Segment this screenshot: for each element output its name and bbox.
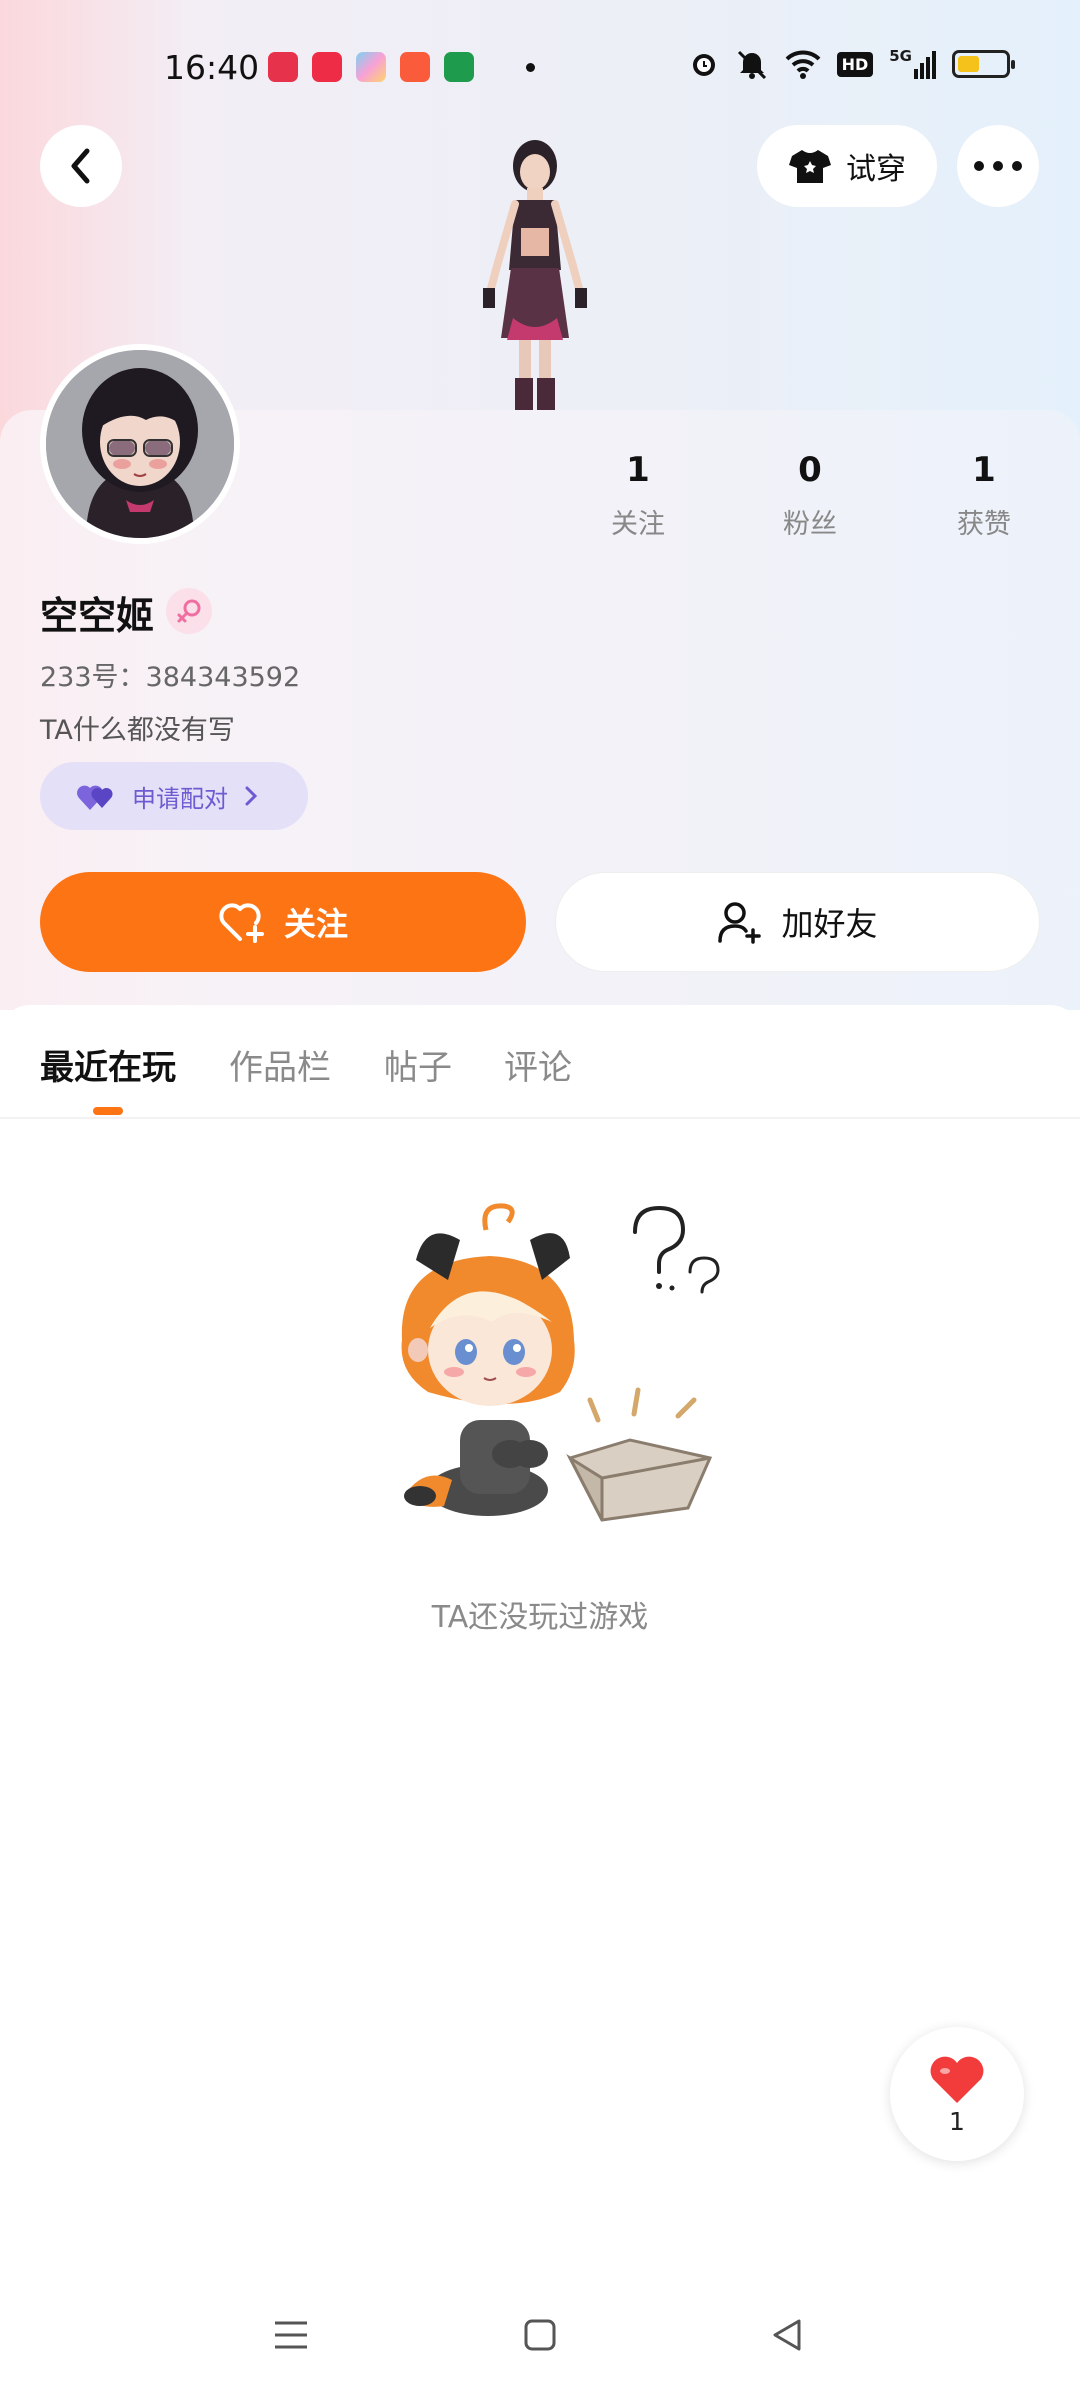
stat-likes-label: 获赞 [957,509,1011,540]
tab-posts[interactable]: 帖子 [384,1040,452,1089]
female-icon [166,588,212,634]
menu-icon [275,2321,307,2349]
video-app-icon [268,52,298,82]
more-button[interactable] [957,125,1039,207]
user-id: 233号：384343592 [40,655,300,694]
signal-5g-icon: 5G [889,49,936,79]
user-id-label: 233号： [40,662,146,693]
status-bar: 16:40 HD 5G [0,40,1080,96]
avatar-3d-character[interactable] [455,128,615,410]
bio: TA什么都没有写 [40,715,235,746]
user-id-value: 384343592 [145,662,301,693]
follow-button[interactable]: 关注 [40,872,526,972]
nickname: 空空姬 [40,594,155,638]
kuaishou-icon [400,52,430,82]
notification-dot-icon [526,62,535,72]
tshirt-icon [789,150,831,183]
nav-menu-button[interactable] [266,2310,316,2360]
add-friend-label: 加好友 [781,905,878,943]
battery-level [958,56,979,72]
stat-fans-label: 粉丝 [783,509,837,540]
tab-indicator [93,1107,123,1115]
system-nav-bar [0,2300,1080,2370]
add-friend-button[interactable]: 加好友 [555,872,1040,972]
status-time: 16:40 [164,48,260,87]
heart-icon [930,2056,984,2103]
battery-icon [952,50,1015,78]
heart-plus-icon [219,903,264,943]
add-user-icon [718,902,762,944]
signal-type-label: 5G [889,47,912,65]
stat-fans[interactable]: 0 粉丝 [750,450,870,541]
home-square-icon [524,2319,556,2351]
follow-label: 关注 [283,905,348,943]
stat-following-label: 关注 [611,509,665,540]
try-on-button[interactable]: 试穿 [757,125,937,207]
back-triangle-icon [773,2319,801,2351]
more-dots-icon [974,161,1022,171]
xiaohongshu-icon [312,52,342,82]
tab-works[interactable]: 作品栏 [229,1040,331,1089]
status-right-icons: HD 5G [689,48,1015,80]
avatar-image [46,350,234,538]
tabs-divider [0,1117,1080,1119]
nav-back-button[interactable] [762,2310,812,2360]
stat-likes[interactable]: 1 获赞 [924,450,1044,541]
wifi-icon [785,50,820,79]
oppo-store-icon [444,52,474,82]
chevron-left-icon [71,148,90,184]
heart-pair-icon [77,785,113,810]
mute-icon [737,50,766,80]
empty-state-text: TA还没玩过游戏 [431,1600,649,1635]
stat-likes-count: 1 [972,450,996,490]
stat-following-count: 1 [626,450,650,490]
game-app-icon [356,52,386,82]
stat-following[interactable]: 1 关注 [578,450,698,541]
stat-fans-count: 0 [798,450,822,490]
like-count: 1 [949,2106,965,2136]
empty-state-illustration [401,1203,720,1522]
hd-icon: HD [836,51,874,77]
alarm-icon [692,54,715,76]
tab-comments[interactable]: 评论 [504,1040,572,1089]
apply-pair-button[interactable]: 申请配对 [40,762,308,830]
avatar-portrait-icon [46,350,234,538]
nav-home-button[interactable] [515,2310,565,2360]
chevron-right-icon [245,786,258,806]
status-app-icons [268,52,535,82]
like-button[interactable]: 1 [890,2027,1024,2161]
try-on-label: 试穿 [846,152,906,187]
back-button[interactable] [40,125,122,207]
tab-bar: 最近在玩 作品栏 帖子 评论 [0,1040,1080,1120]
apply-pair-label: 申请配对 [132,784,228,813]
tab-recently-played[interactable]: 最近在玩 [40,1040,176,1089]
avatar[interactable] [40,344,240,544]
